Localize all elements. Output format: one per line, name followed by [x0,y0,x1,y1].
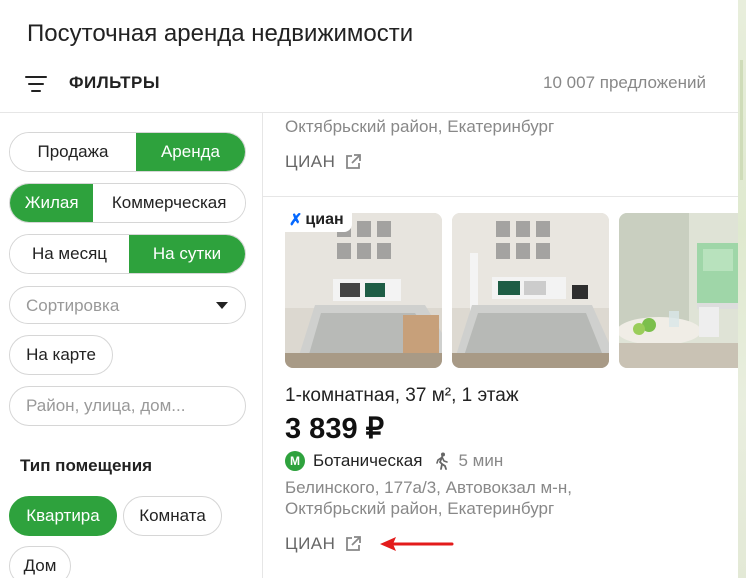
filters-bar: ФИЛЬТРЫ 10 007 предложений [0,64,738,104]
deal-type-toggle: Продажа Аренда [9,132,246,172]
badge-text: циан [305,211,344,228]
chevron-down-icon [216,302,228,309]
cian-logo-icon: ✗ [289,212,303,229]
room-type-heading: Тип помещения [20,456,153,475]
room-type-apartment[interactable]: Квартира [9,496,117,536]
listings-panel: Октябрьский район, Екатеринбург ЦИАН ✗ ц… [263,113,738,578]
red-arrow-icon [380,537,454,551]
external-link-icon[interactable] [344,535,362,553]
toggle-sale[interactable]: Продажа [10,133,136,171]
toggle-monthly[interactable]: На месяц [10,235,129,273]
toggle-daily[interactable]: На сутки [128,235,245,273]
metro-info: М Ботаническая 5 мин [285,451,503,471]
address-line: Белинского, 177а/3, Автовокзал м-н, [285,478,572,497]
map-edge[interactable] [738,0,746,578]
source-name: ЦИАН [285,152,336,171]
listing-address: Белинского, 177а/3, Автовокзал м-н, Октя… [285,477,572,519]
listing-source-link[interactable]: ЦИАН [285,534,362,554]
previous-listing-source[interactable]: ЦИАН [285,152,362,172]
address-line: Октябрьский район, Екатеринбург [285,499,555,518]
sort-placeholder: Сортировка [26,296,120,315]
metro-icon: М [285,451,305,471]
listing-photo[interactable] [619,213,738,368]
sort-select[interactable]: Сортировка [9,286,246,324]
card-divider [263,196,738,197]
term-toggle: На месяц На сутки [9,234,246,274]
cian-badge: ✗ циан [283,208,352,232]
map-button[interactable]: На карте [9,335,113,375]
listing-title[interactable]: 1-комнатная, 37 м², 1 этаж [285,385,519,407]
listing-photo[interactable] [452,213,609,368]
walk-time: 5 мин [458,451,504,470]
toggle-commercial[interactable]: Коммерческая [93,184,245,222]
page-title: Посуточная аренда недвижимости [27,20,414,47]
location-input[interactable] [26,387,241,425]
offers-count: 10 007 предложений [543,73,706,92]
filter-lines-icon[interactable] [25,74,49,94]
filters-button[interactable]: ФИЛЬТРЫ [69,73,160,93]
location-field[interactable] [9,386,246,426]
toggle-residential[interactable]: Жилая [10,184,94,222]
listing-price: 3 839 ₽ [285,413,385,445]
external-link-icon [346,154,362,169]
walking-person-icon [436,452,449,470]
room-type-house[interactable]: Дом [9,546,71,578]
property-class-toggle: Жилая Коммерческая [9,183,246,223]
metro-station: Ботаническая [313,451,423,470]
room-type-room[interactable]: Комната [123,496,222,536]
previous-listing-address: Октябрьский район, Екатеринбург [285,117,555,136]
toggle-rent[interactable]: Аренда [135,133,245,171]
listing-photo[interactable] [285,213,442,368]
source-name: ЦИАН [285,534,336,553]
